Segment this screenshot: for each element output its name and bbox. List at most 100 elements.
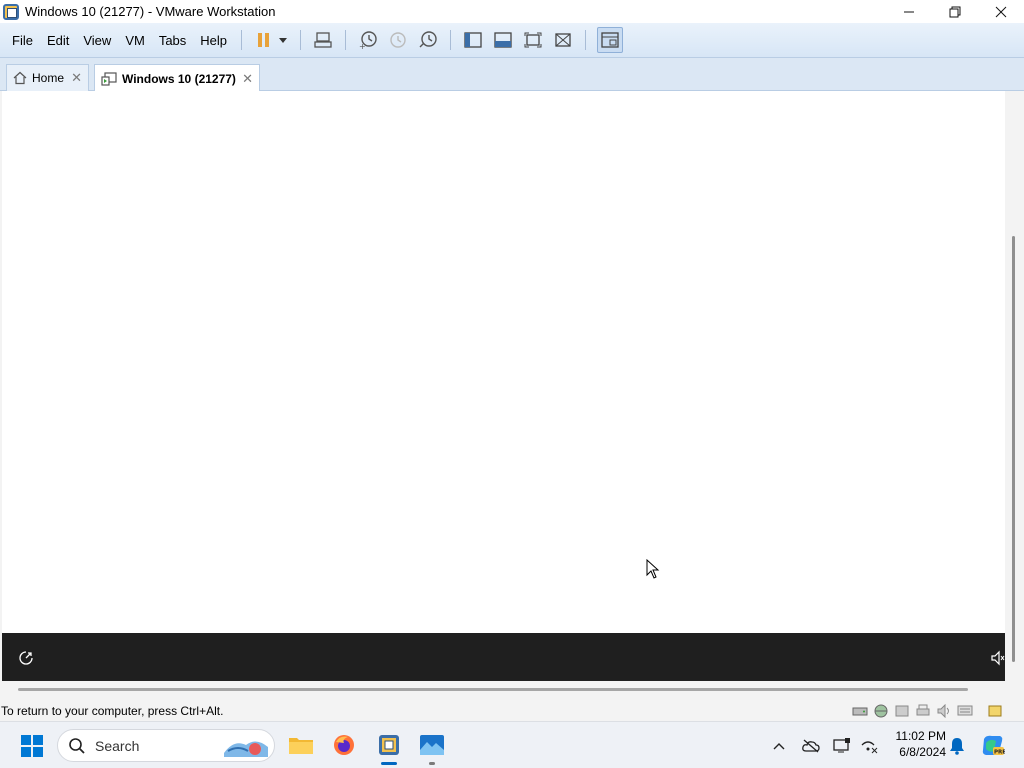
tray-chevron[interactable] <box>769 736 789 756</box>
device-icons <box>848 703 1004 719</box>
toolbar-separator <box>345 30 347 50</box>
tray-notifications[interactable] <box>947 736 967 756</box>
taskbar-photos[interactable] <box>419 732 445 765</box>
power-dropdown[interactable] <box>277 29 289 51</box>
volume-icon[interactable] <box>991 650 1005 666</box>
menu-view[interactable]: View <box>76 33 118 48</box>
display-icon[interactable] <box>956 703 974 719</box>
close-button[interactable] <box>978 0 1024 23</box>
send-ctrl-alt-del-icon <box>314 32 332 48</box>
ease-of-access-icon[interactable] <box>18 650 34 666</box>
start-button-icon[interactable] <box>20 734 44 758</box>
tab-windows-10-label: Windows 10 (21277) <box>122 71 236 86</box>
minimize-icon <box>904 11 914 12</box>
copilot-icon[interactable]: PRE <box>980 733 1005 758</box>
status-message: To return to your computer, press Ctrl+A… <box>1 704 224 718</box>
search-highlight-art-icon <box>224 741 268 757</box>
home-icon <box>13 71 27 85</box>
toolbar-separator <box>300 30 302 50</box>
tab-home-label: Home <box>32 71 65 85</box>
tray-onedrive[interactable] <box>801 736 821 756</box>
pause-icon <box>258 33 270 47</box>
full-screen-icon <box>524 32 542 48</box>
menu-tabs[interactable]: Tabs <box>152 33 193 48</box>
network-sound-icon <box>861 741 878 754</box>
taskbar-search-box[interactable]: Search <box>57 729 275 762</box>
clock-time: 11:02 PM <box>895 729 946 743</box>
send-ctrl-alt-del-button[interactable] <box>312 29 334 51</box>
thumbnail-view-icon <box>601 32 619 48</box>
horizontal-scrollbar[interactable] <box>18 688 968 691</box>
unity-button[interactable] <box>552 29 574 51</box>
menu-help[interactable]: Help <box>193 33 234 48</box>
tab-home-close-icon[interactable]: ✕ <box>71 70 82 86</box>
snapshot-manager-icon <box>419 31 437 48</box>
file-explorer-icon <box>289 738 313 754</box>
tab-strip: Home ✕ Windows 10 (21277) ✕ <box>0 58 1024 92</box>
snapshot-manager-button[interactable] <box>417 29 439 51</box>
usb-icon[interactable] <box>893 703 911 719</box>
clock-date: 6/8/2024 <box>899 745 946 759</box>
taskbar-vmware-workstation[interactable] <box>376 732 402 765</box>
message-icon[interactable] <box>986 703 1004 719</box>
menu-toolbar: File Edit View VM Tabs Help + <box>0 23 1024 58</box>
console-view-icon <box>494 32 512 48</box>
vertical-scrollbar[interactable] <box>1012 236 1015 662</box>
photos-icon <box>420 735 444 755</box>
unity-icon <box>555 33 571 47</box>
toolbar-separator <box>241 30 243 50</box>
tab-home[interactable]: Home ✕ <box>6 64 89 91</box>
firefox-icon <box>334 735 354 755</box>
tray-display[interactable] <box>832 736 852 756</box>
display-settings-icon <box>833 738 850 753</box>
status-bar: To return to your computer, press Ctrl+A… <box>0 701 1024 721</box>
show-library-button[interactable] <box>462 29 484 51</box>
window-title: Windows 10 (21277) - VMware Workstation <box>25 4 276 19</box>
taskbar-file-explorer[interactable] <box>288 732 314 758</box>
menu-edit[interactable]: Edit <box>40 33 76 48</box>
vm-guest-bottom-bar <box>2 633 1005 681</box>
printer-icon[interactable] <box>914 703 932 719</box>
mouse-cursor-icon <box>646 559 660 579</box>
tab-windows-10-close-icon[interactable]: ✕ <box>242 71 253 87</box>
vmware-app-icon[interactable] <box>3 3 19 20</box>
vm-display[interactable] <box>2 91 1005 681</box>
menu-file[interactable]: File <box>5 33 40 48</box>
svg-text:PRE: PRE <box>994 750 1005 756</box>
menu-vm[interactable]: VM <box>118 33 152 48</box>
search-icon <box>69 737 85 754</box>
window-controls <box>886 0 1024 23</box>
library-icon <box>464 32 482 48</box>
vm-icon <box>101 71 117 86</box>
take-snapshot-button[interactable]: + <box>357 29 379 51</box>
taskbar-clock[interactable]: 11:02 PM 6/8/2024 <box>884 728 946 760</box>
onedrive-icon <box>802 739 820 753</box>
maximize-button[interactable] <box>932 0 978 23</box>
dropdown-icon <box>279 38 288 43</box>
windows-taskbar: Search 11:02 PM 6/8/2024 PRE <box>0 721 1024 768</box>
taskbar-firefox[interactable] <box>331 732 357 758</box>
thumbnail-view-button[interactable] <box>597 27 624 53</box>
tab-windows-10[interactable]: Windows 10 (21277) ✕ <box>94 64 260 92</box>
svg-text:+: + <box>359 42 366 50</box>
network-icon[interactable] <box>872 703 890 719</box>
console-view-button[interactable] <box>492 29 514 51</box>
vmware-workstation-icon <box>379 735 399 755</box>
chevron-up-icon <box>773 743 785 750</box>
notifications-icon <box>950 738 964 755</box>
pause-button[interactable] <box>253 29 275 51</box>
snapshot-revert-icon <box>390 32 406 48</box>
snapshot-take-icon: + <box>359 31 377 50</box>
full-screen-button[interactable] <box>522 29 544 51</box>
title-bar: Windows 10 (21277) - VMware Workstation <box>0 0 1024 23</box>
restore-icon <box>949 6 961 17</box>
sound-icon[interactable] <box>935 703 953 719</box>
search-placeholder: Search <box>95 737 140 754</box>
revert-snapshot-button[interactable] <box>387 29 409 51</box>
toolbar-separator <box>450 30 452 50</box>
close-icon <box>995 6 1007 17</box>
tray-network-sound[interactable] <box>859 736 879 756</box>
toolbar-separator <box>585 30 587 50</box>
hard-disk-icon[interactable] <box>851 703 869 719</box>
minimize-button[interactable] <box>886 0 932 23</box>
